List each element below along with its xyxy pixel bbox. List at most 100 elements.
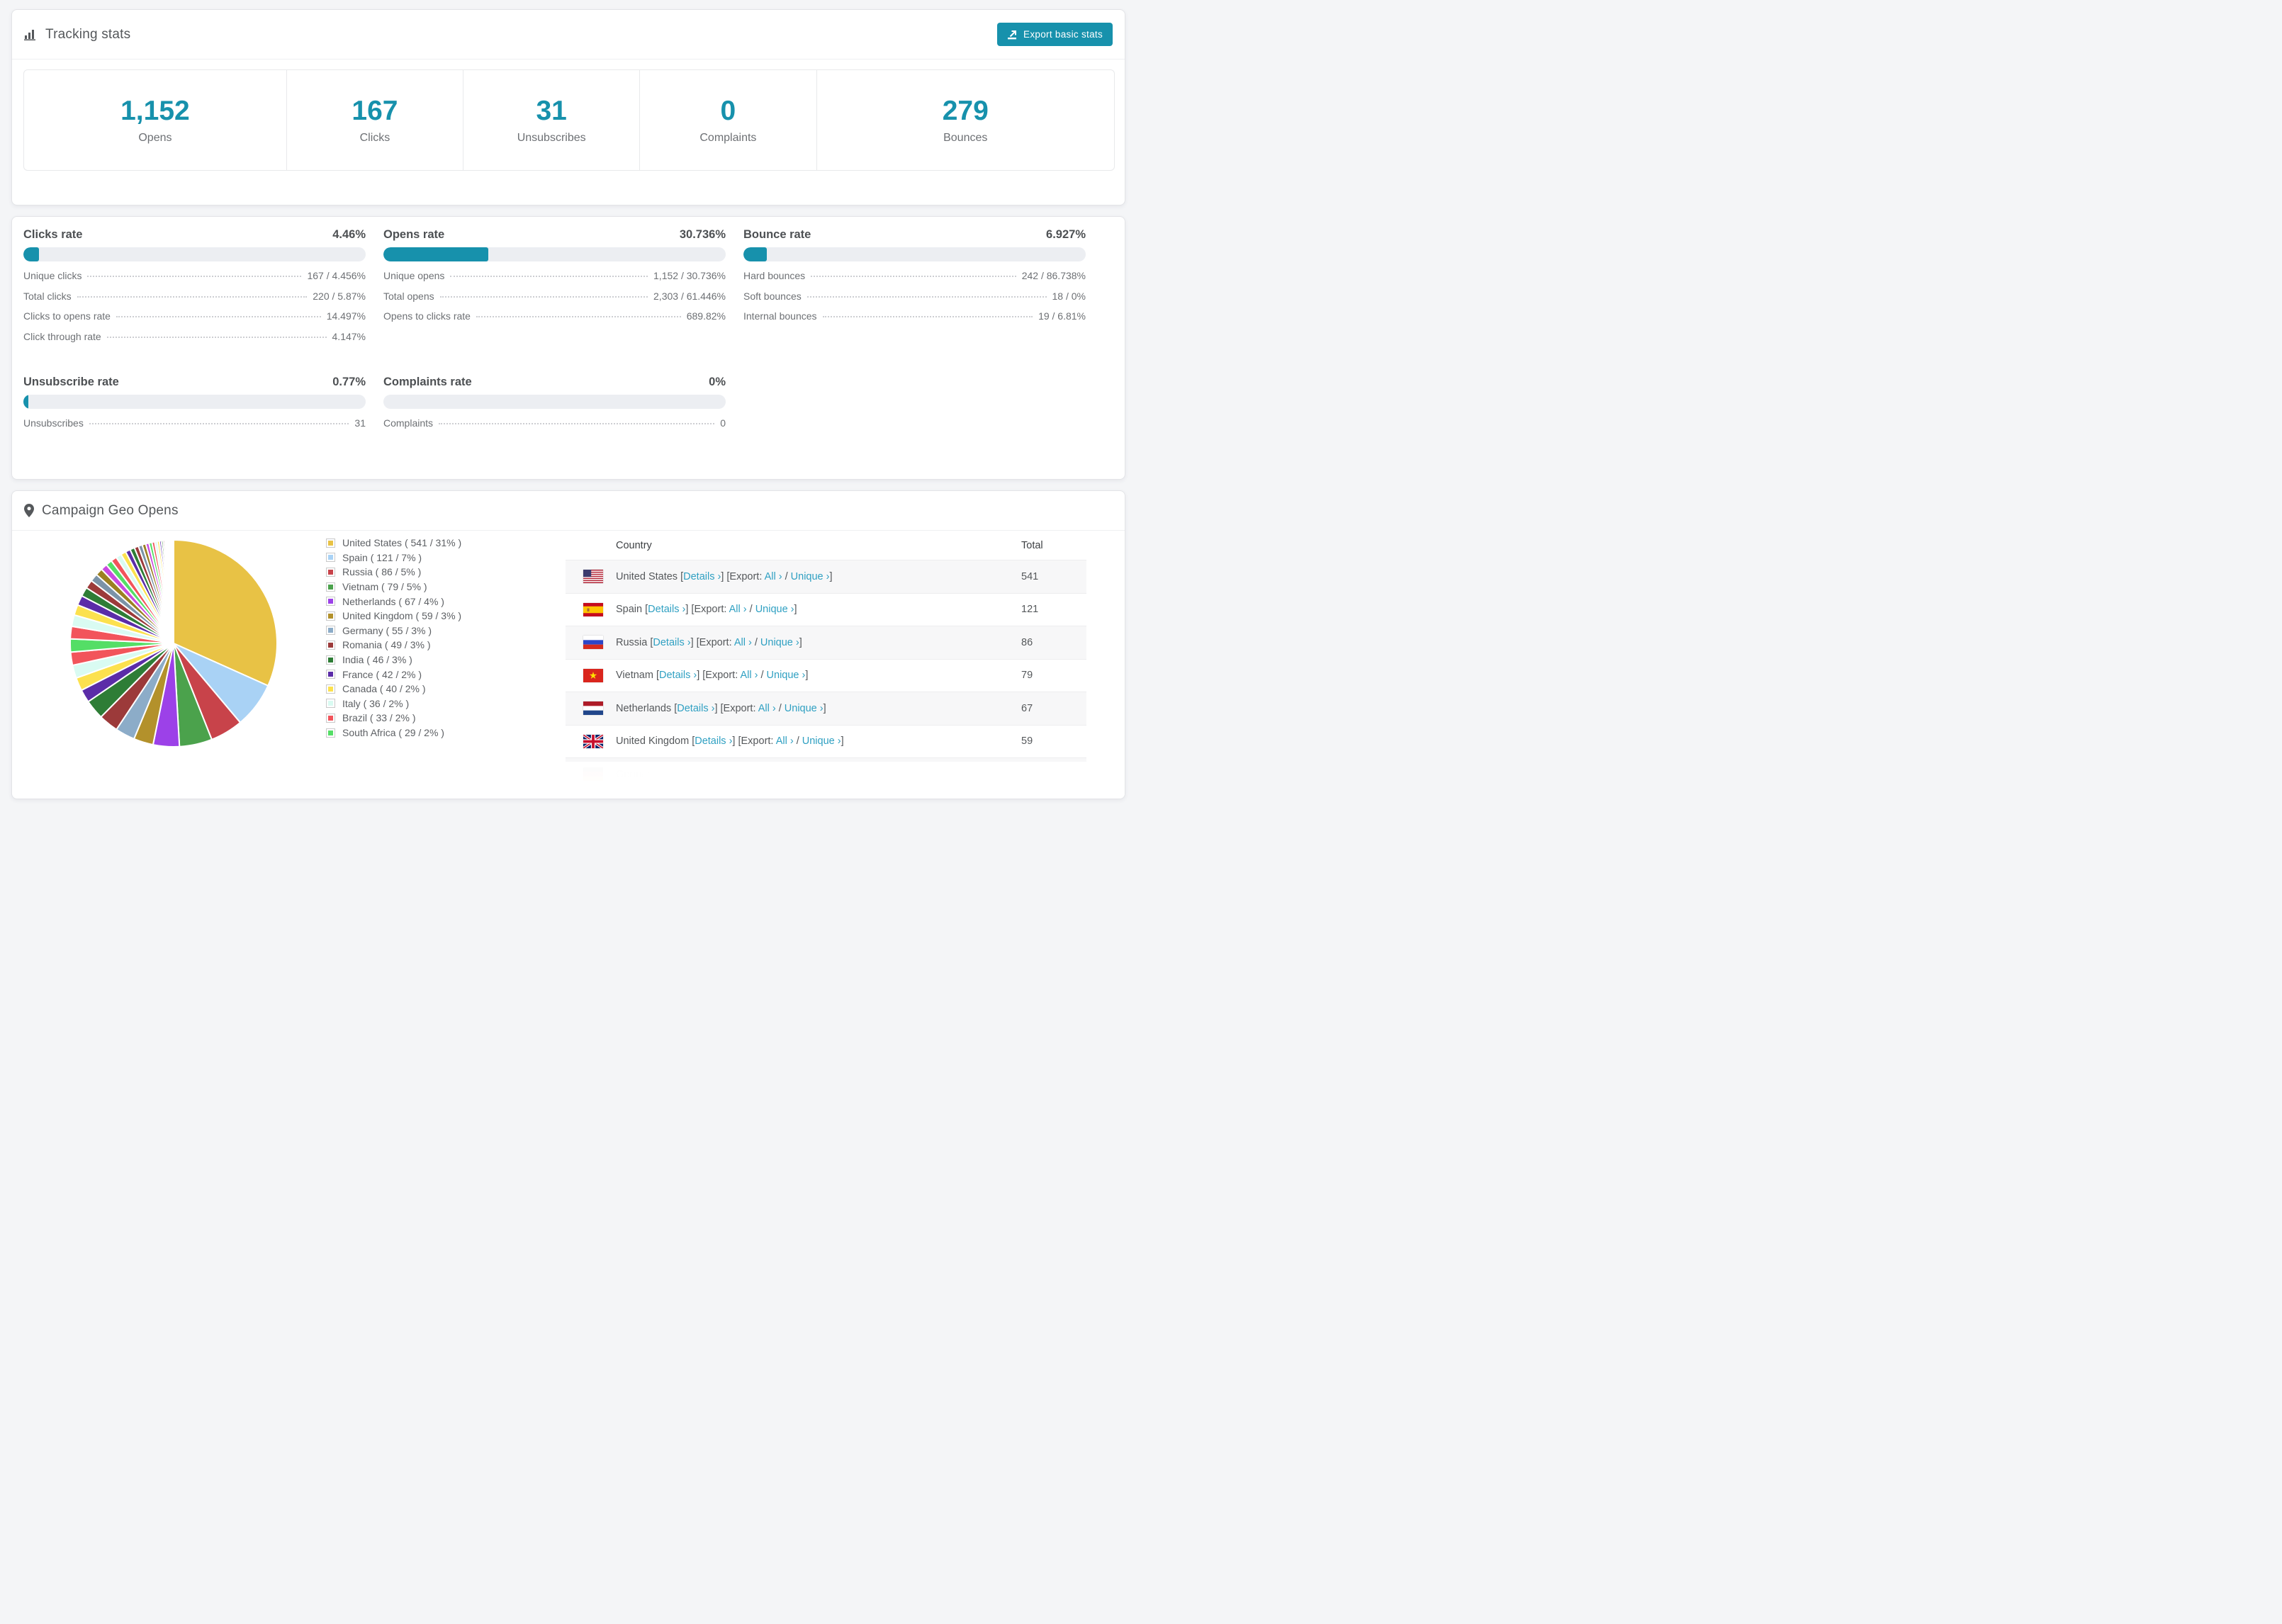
- legend-swatch: [327, 626, 335, 635]
- dotted-leader: [806, 295, 1047, 298]
- legend-count: ( 59 / 3% ): [412, 610, 462, 622]
- rate-progress-bar: [23, 395, 366, 409]
- legend-country-name: Italy: [342, 697, 361, 709]
- legend-count: ( 541 / 31% ): [402, 537, 462, 549]
- rate-progress-bar: [23, 247, 366, 261]
- export-unique-link[interactable]: Unique ›: [785, 703, 824, 714]
- rate-stat-row: Unique opens 1,152 / 30.736%: [383, 270, 726, 291]
- export-unique-link[interactable]: Unique ›: [760, 637, 799, 648]
- nl-flag-icon: [583, 701, 603, 716]
- legend-item: Netherlands ( 67 / 4% ): [327, 594, 461, 609]
- rate-stat-label: Internal bounces: [743, 310, 817, 322]
- stat-value: 1,152: [120, 96, 190, 126]
- rate-stat-label: Complaints: [383, 417, 434, 429]
- legend-item: Germany ( 55 / 3% ): [327, 624, 461, 638]
- details-link[interactable]: Details ›: [683, 571, 721, 582]
- country-name: Russia: [616, 636, 648, 648]
- legend-country-name: South Africa: [342, 727, 396, 739]
- legend-swatch: [327, 582, 335, 591]
- rate-stat-row: Soft bounces 18 / 0%: [743, 291, 1086, 311]
- rate-value: 6.927%: [1046, 228, 1086, 241]
- rate-stat-row: Unique clicks 167 / 4.456%: [23, 270, 366, 291]
- rate-title: Bounce rate: [743, 228, 811, 241]
- legend-country-name: Canada: [342, 683, 378, 695]
- export-unique-link[interactable]: Unique ›: [771, 769, 810, 780]
- export-all-link[interactable]: All ›: [729, 604, 747, 615]
- details-link[interactable]: Details ›: [659, 670, 697, 681]
- dotted-leader: [439, 423, 715, 424]
- export-unique-link[interactable]: Unique ›: [755, 604, 794, 615]
- stat-complaints: 0 Complaints: [639, 70, 816, 170]
- country-name: Netherlands: [616, 702, 672, 714]
- clicks-rate-section: Clicks rate 4.46% Unique clicks 167 / 4.456…: [23, 228, 366, 351]
- export-label: Export:: [699, 636, 732, 648]
- dotted-leader: [77, 295, 308, 298]
- export-unique-link[interactable]: Unique ›: [802, 735, 841, 747]
- total-column-header: Total: [1021, 539, 1043, 551]
- rate-stat-value: 18 / 0%: [1052, 290, 1086, 302]
- stat-label: Clicks: [359, 132, 390, 144]
- details-link[interactable]: Details ›: [677, 703, 714, 714]
- stat-value: 279: [942, 96, 989, 126]
- legend-country-name: Brazil: [342, 712, 368, 724]
- dotted-leader: [106, 336, 327, 338]
- legend-count: ( 36 / 2% ): [360, 697, 410, 709]
- export-all-link[interactable]: All ›: [758, 703, 776, 714]
- total-cell: 59: [1021, 735, 1033, 748]
- page-title: Tracking stats: [45, 26, 131, 42]
- rate-progress-fill: [23, 395, 28, 409]
- legend-count: ( 121 / 7% ): [367, 551, 422, 563]
- rate-stat-value: 1,152 / 30.736%: [653, 270, 726, 281]
- rate-stat-value: 689.82%: [686, 310, 726, 322]
- total-cell: 55: [1021, 768, 1033, 780]
- export-unique-link[interactable]: Unique ›: [791, 571, 830, 582]
- export-all-link[interactable]: All ›: [765, 571, 782, 582]
- details-link[interactable]: Details ›: [653, 637, 690, 648]
- country-cell: United States [Details ›] [Export: All ›…: [616, 570, 833, 582]
- rate-stat-label: Soft bounces: [743, 290, 802, 302]
- stat-clicks: 167 Clicks: [286, 70, 463, 170]
- total-cell: 79: [1021, 670, 1033, 682]
- unsubscribe-rate-section: Unsubscribe rate 0.77% Unsubscribes 31: [23, 376, 366, 438]
- stat-value: 0: [720, 96, 736, 126]
- stats-summary-row: 1,152 Opens 167 Clicks 31 Unsubscribes 0 Compla…: [23, 69, 1115, 171]
- es-flag-icon: [583, 602, 603, 616]
- rate-stat-row: Total opens 2,303 / 61.446%: [383, 291, 726, 311]
- legend-count: ( 46 / 3% ): [364, 654, 412, 666]
- legend-item: Italy ( 36 / 2% ): [327, 697, 461, 711]
- opens-rate-section: Opens rate 30.736% Unique opens 1,152 / 30.…: [383, 228, 726, 331]
- export-label: Export:: [705, 670, 738, 682]
- export-label: Export:: [729, 570, 763, 582]
- rate-stat-label: Total clicks: [23, 290, 72, 302]
- export-unique-link[interactable]: Unique ›: [767, 670, 806, 681]
- dashboard-page: Tracking stats Export basic stats 1,152 O…: [0, 0, 1141, 812]
- stat-label: Unsubscribes: [517, 132, 586, 144]
- legend-item: India ( 46 / 3% ): [327, 653, 461, 667]
- legend-item: South Africa ( 29 / 2% ): [327, 726, 461, 740]
- export-all-link[interactable]: All ›: [745, 769, 763, 780]
- rate-title: Opens rate: [383, 228, 445, 241]
- legend-swatch: [327, 655, 335, 664]
- country-cell: Germany [Details ›] [Export: All › / Uni…: [616, 768, 814, 780]
- export-all-link[interactable]: All ›: [740, 670, 758, 681]
- details-link[interactable]: Details ›: [648, 604, 685, 615]
- rate-progress-fill: [383, 247, 489, 261]
- rate-value: 0.77%: [332, 376, 366, 388]
- country-name: Germany: [616, 768, 658, 780]
- geo-title: Campaign Geo Opens: [42, 502, 179, 518]
- details-link[interactable]: Details ›: [695, 735, 732, 747]
- export-basic-stats-button[interactable]: Export basic stats: [997, 23, 1113, 46]
- legend-item: United States ( 541 / 31% ): [327, 536, 461, 551]
- export-all-link[interactable]: All ›: [734, 637, 752, 648]
- legend-item: Russia ( 86 / 5% ): [327, 565, 461, 580]
- rate-value: 0%: [709, 376, 726, 388]
- legend-count: ( 49 / 3% ): [382, 639, 431, 651]
- export-all-link[interactable]: All ›: [776, 735, 794, 747]
- export-label: Export:: [723, 702, 756, 714]
- legend-item: Spain ( 121 / 7% ): [327, 551, 461, 565]
- rate-progress-fill: [23, 247, 39, 261]
- geo-table-row: Vietnam [Details ›] [Export: All › / Uni…: [566, 658, 1086, 692]
- export-label: Export:: [741, 735, 774, 748]
- legend-count: ( 86 / 5% ): [372, 566, 422, 578]
- details-link[interactable]: Details ›: [664, 769, 702, 780]
